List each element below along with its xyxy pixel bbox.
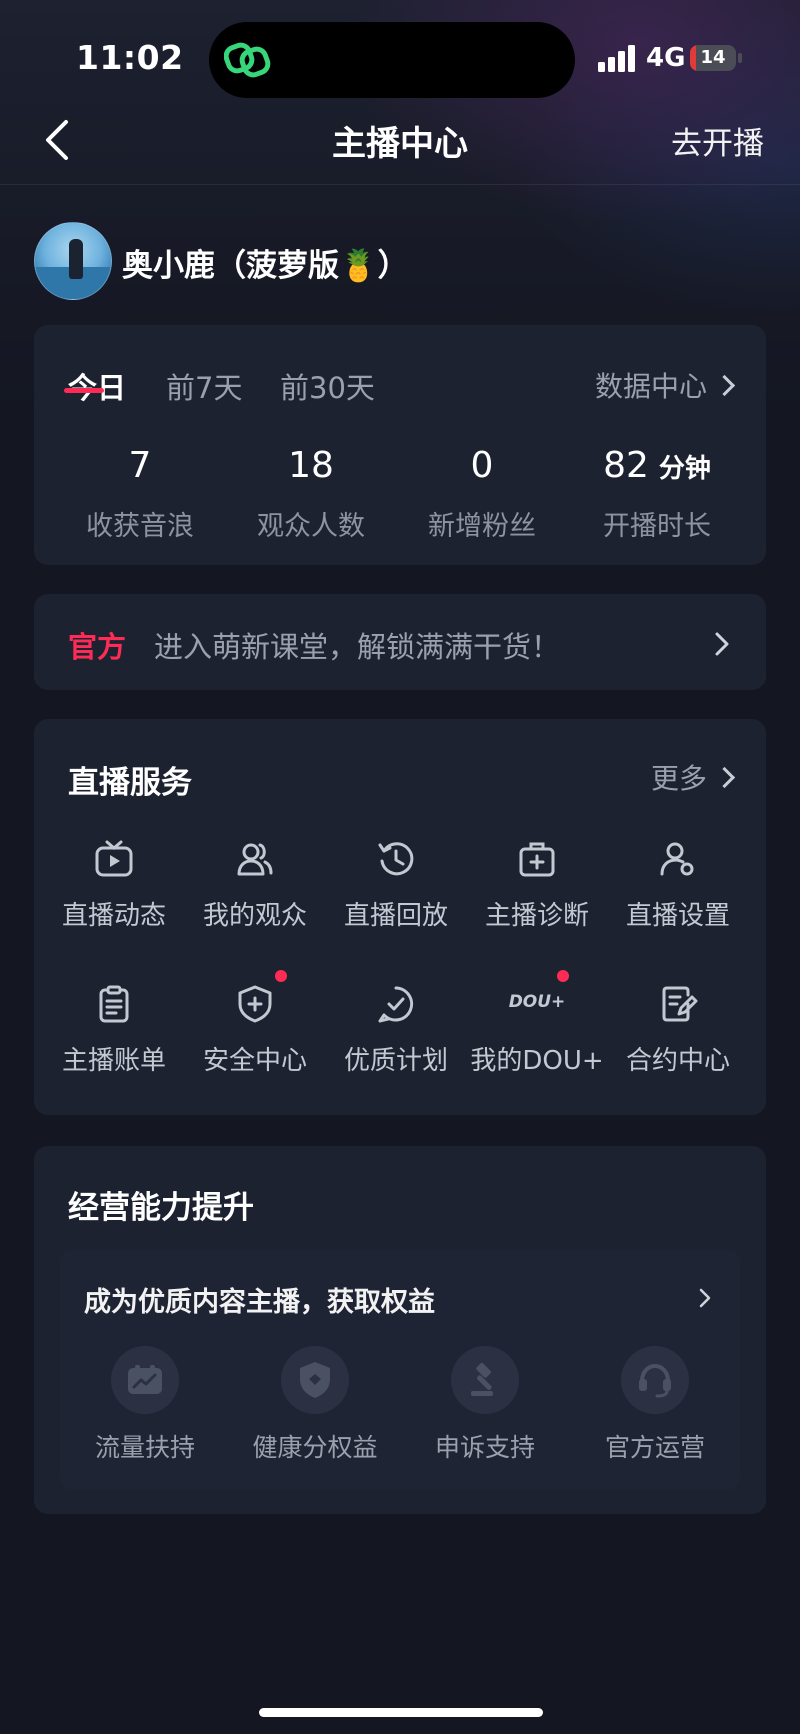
contract-edit-icon bbox=[658, 984, 698, 1024]
status-time: 11:02 bbox=[76, 38, 184, 77]
service-my-dou-plus[interactable]: DOU+ 我的DOU+ bbox=[465, 970, 609, 1077]
notification-badge bbox=[275, 970, 287, 982]
benefit-official-operation[interactable]: 官方运营 bbox=[570, 1346, 740, 1464]
battery-icon: 14 bbox=[690, 45, 736, 71]
stat-value: 82 bbox=[603, 445, 649, 486]
official-banner[interactable]: 官方 进入萌新课堂，解锁满满干货！ bbox=[34, 594, 766, 690]
quality-anchor-panel[interactable]: 成为优质内容主播，获取权益 流量扶持 健康分权益 申诉支持 官方运营 bbox=[60, 1250, 740, 1490]
stat-viewers[interactable]: 18 观众人数 bbox=[225, 445, 397, 543]
live-service-card: 直播服务 更多 直播动态 我的观众 直播回放 主播诊断 直播设置 主播账单 安全… bbox=[34, 719, 766, 1115]
service-security-center[interactable]: 安全中心 bbox=[183, 970, 327, 1077]
section-title: 直播服务 bbox=[68, 765, 192, 801]
benefit-label: 流量扶持 bbox=[94, 1433, 195, 1462]
stat-label: 观众人数 bbox=[257, 511, 365, 542]
benefit-health-score[interactable]: 健康分权益 bbox=[230, 1346, 400, 1464]
clipboard-icon bbox=[94, 984, 134, 1024]
service-live-replay[interactable]: 直播回放 bbox=[324, 839, 468, 932]
user-settings-icon bbox=[658, 839, 698, 879]
service-contract-center[interactable]: 合约中心 bbox=[606, 984, 750, 1077]
stat-new-fans[interactable]: 0 新增粉丝 bbox=[396, 445, 568, 543]
chevron-right-icon bbox=[699, 1288, 711, 1308]
history-clock-icon bbox=[376, 839, 416, 879]
service-anchor-diagnosis[interactable]: 主播诊断 bbox=[465, 839, 609, 932]
home-indicator[interactable] bbox=[259, 1708, 543, 1717]
tab-today[interactable]: 今日 bbox=[68, 365, 126, 407]
benefit-traffic-support[interactable]: 流量扶持 bbox=[60, 1346, 230, 1464]
service-live-updates[interactable]: 直播动态 bbox=[42, 839, 186, 932]
tv-play-icon bbox=[94, 839, 134, 879]
stat-label: 收获音浪 bbox=[86, 511, 194, 542]
service-quality-plan[interactable]: 优质计划 bbox=[324, 984, 468, 1077]
stat-value: 7 bbox=[128, 445, 152, 486]
status-bar: 11:02 4G 14 bbox=[0, 0, 800, 110]
official-tag: 官方 bbox=[68, 630, 127, 664]
benefit-label: 健康分权益 bbox=[252, 1433, 378, 1462]
chevron-right-icon bbox=[715, 632, 729, 656]
stat-sound-waves[interactable]: 7 收获音浪 bbox=[54, 445, 226, 543]
service-label: 直播设置 bbox=[625, 901, 730, 931]
stat-live-duration[interactable]: 82 分钟 开播时长 bbox=[567, 445, 747, 543]
section-title: 经营能力提升 bbox=[68, 1190, 254, 1226]
gavel-icon bbox=[451, 1346, 519, 1414]
chevron-right-icon bbox=[713, 374, 736, 397]
users-icon bbox=[235, 839, 275, 879]
tab-30-days[interactable]: 前30天 bbox=[280, 365, 375, 407]
network-type: 4G bbox=[646, 43, 686, 73]
battery-cap bbox=[738, 53, 742, 63]
tab-7-days[interactable]: 前7天 bbox=[166, 365, 242, 407]
link-logo-icon bbox=[224, 42, 271, 78]
more-link[interactable]: 更多 bbox=[650, 757, 736, 797]
dou-plus-text: DOU+ bbox=[508, 992, 566, 1012]
chevron-right-icon bbox=[713, 766, 736, 789]
service-label: 主播诊断 bbox=[484, 901, 589, 931]
service-label: 我的观众 bbox=[202, 901, 307, 931]
active-tab-indicator bbox=[64, 388, 104, 393]
go-live-button[interactable]: 去开播 bbox=[671, 118, 764, 163]
signal-icon bbox=[598, 45, 635, 72]
service-label: 合约中心 bbox=[625, 1046, 730, 1076]
stat-value: 18 bbox=[288, 445, 334, 486]
stat-value: 0 bbox=[470, 445, 494, 486]
stat-unit: 分钟 bbox=[658, 454, 711, 484]
service-label: 优质计划 bbox=[343, 1046, 448, 1076]
shield-icon bbox=[281, 1346, 349, 1414]
avatar-figure bbox=[69, 239, 83, 279]
username: 奥小鹿（菠萝版🍍） bbox=[122, 248, 409, 284]
notification-badge bbox=[557, 970, 569, 982]
banner-text: 进入萌新课堂，解锁满满干货！ bbox=[154, 630, 561, 664]
benefit-appeal-support[interactable]: 申诉支持 bbox=[400, 1346, 570, 1464]
headset-icon bbox=[621, 1346, 689, 1414]
medical-kit-icon bbox=[517, 839, 557, 879]
avatar[interactable] bbox=[34, 222, 112, 300]
service-live-settings[interactable]: 直播设置 bbox=[606, 839, 750, 932]
panel-title: 成为优质内容主播，获取权益 bbox=[84, 1287, 435, 1318]
trend-chart-icon bbox=[111, 1346, 179, 1414]
data-center-link[interactable]: 数据中心 bbox=[594, 365, 736, 405]
check-circle-icon bbox=[376, 984, 416, 1024]
service-label: 安全中心 bbox=[202, 1046, 307, 1076]
dou-plus-icon: DOU+ bbox=[507, 984, 567, 1024]
service-label: 我的DOU+ bbox=[470, 1046, 604, 1076]
nav-bar: 主播中心 去开播 bbox=[0, 100, 800, 185]
data-center-label: 数据中心 bbox=[594, 370, 707, 403]
shield-plus-icon bbox=[235, 984, 275, 1024]
benefit-label: 官方运营 bbox=[604, 1433, 705, 1462]
service-anchor-bill[interactable]: 主播账单 bbox=[42, 984, 186, 1077]
stat-label: 新增粉丝 bbox=[428, 511, 536, 542]
stat-label: 开播时长 bbox=[603, 511, 711, 542]
business-card: 经营能力提升 成为优质内容主播，获取权益 流量扶持 健康分权益 申诉支持 官方运… bbox=[34, 1146, 766, 1514]
service-label: 直播回放 bbox=[343, 901, 448, 931]
service-my-audience[interactable]: 我的观众 bbox=[183, 839, 327, 932]
service-label: 主播账单 bbox=[61, 1046, 166, 1076]
more-label: 更多 bbox=[650, 762, 707, 795]
battery-level: 14 bbox=[700, 47, 726, 68]
service-label: 直播动态 bbox=[61, 901, 166, 931]
stats-card: 今日 前7天 前30天 数据中心 7 收获音浪 18 观众人数 0 新增粉丝 8… bbox=[34, 325, 766, 565]
benefit-label: 申诉支持 bbox=[434, 1433, 535, 1462]
